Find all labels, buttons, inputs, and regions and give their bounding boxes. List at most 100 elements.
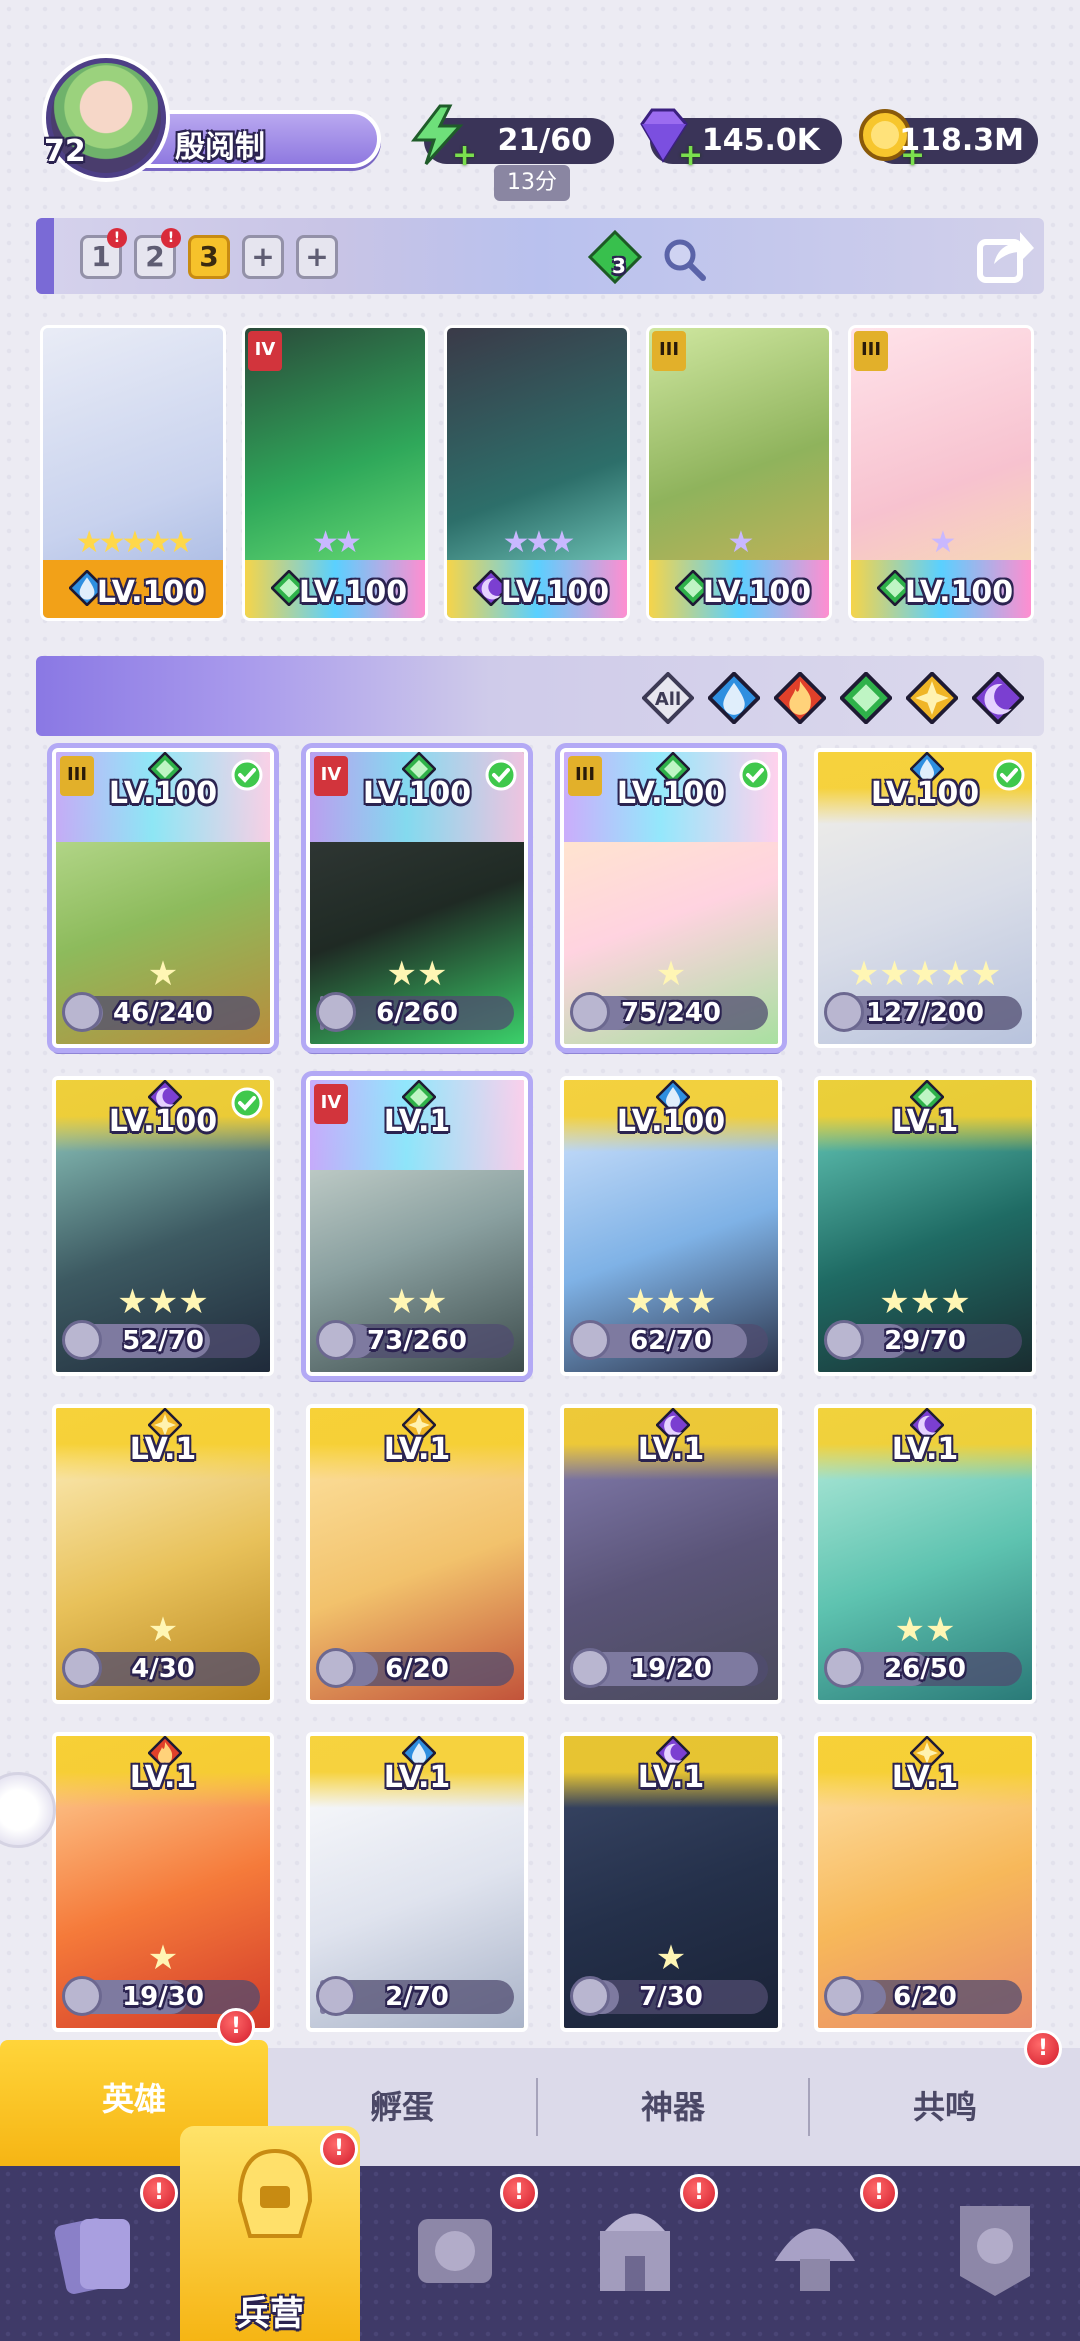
shard-count: 19/20 — [630, 1654, 712, 1684]
hero-level: LV.1 — [637, 1432, 705, 1467]
team-slot-add-2[interactable]: + — [296, 235, 338, 279]
nav-alert-icon: ! — [500, 2174, 538, 2212]
hero-card[interactable]: LV.1 ★ 4/30 — [52, 1404, 274, 1704]
filter-all-icon[interactable]: All — [642, 672, 694, 724]
search-icon[interactable] — [661, 236, 707, 282]
nav-guild-banner-button[interactable] — [900, 2180, 1080, 2330]
hero-card[interactable]: LV.100 ★★★ 52/70 — [52, 1076, 274, 1376]
gem-counter[interactable]: + 145.0K — [640, 108, 842, 173]
gold-counter[interactable]: + 118.3M — [859, 109, 1038, 173]
map-scroll-icon — [418, 2219, 492, 2283]
shard-progress-bar: 73/260 — [316, 1320, 514, 1360]
nav-map-scroll-button[interactable]: ! — [360, 2174, 540, 2330]
filter-nature-button[interactable] — [838, 670, 894, 726]
nav-mushroom-shrine-button[interactable]: ! — [720, 2174, 900, 2330]
gem-value: 145.0K — [701, 123, 820, 158]
barracks-helmet-icon — [237, 2148, 313, 2238]
hero-card[interactable]: III LV.100 ★ 46/240 — [52, 748, 274, 1048]
cards-icon — [54, 2218, 130, 2294]
shard-progress-bar: 52/70 — [62, 1320, 260, 1360]
hero-level: LV.100 — [108, 1104, 218, 1139]
nav-cards-button[interactable]: ! — [0, 2174, 180, 2330]
shard-count: 6/20 — [385, 1654, 449, 1684]
hero-card[interactable]: LV.100 ★★★ 62/70 — [560, 1076, 782, 1376]
nav-barracks-helmet-button[interactable]: 兵营 ! — [180, 2126, 360, 2341]
hero-level: LV.100 — [616, 776, 726, 811]
shard-progress-bar: 19/20 — [570, 1648, 768, 1688]
energy-add-icon[interactable]: + — [452, 138, 477, 173]
hero-card[interactable]: LV.1 6/20 — [814, 1732, 1036, 2032]
team-hero-card[interactable]: ★★★ LV.100 — [444, 325, 630, 621]
tab-resonance-alert-icon: ! — [1024, 2030, 1062, 2068]
hero-level: LV.100 — [616, 1104, 726, 1139]
hero-stars: ★★★★★ — [848, 954, 1002, 994]
hero-stars: ★ — [147, 1610, 179, 1650]
shard-count: 26/50 — [884, 1654, 966, 1684]
nav-alert-icon: ! — [140, 2174, 178, 2212]
team-hero-card[interactable]: IV ★★ LV.100 — [242, 325, 428, 621]
team-slot-3[interactable]: 3 — [188, 235, 230, 279]
filter-light-button[interactable] — [904, 670, 960, 726]
shard-count: 73/260 — [367, 1326, 467, 1356]
hero-stars: ★★ — [386, 1282, 448, 1322]
shard-count: 75/240 — [621, 998, 721, 1028]
hero-card[interactable]: LV.1 ★★★ 29/70 — [814, 1076, 1036, 1376]
hero-stars: ★★★ — [625, 1282, 717, 1322]
energy-counter[interactable]: + 21/60 — [410, 104, 614, 173]
rank-badge: IV — [248, 331, 282, 371]
hero-card[interactable]: III LV.100 ★ 75/240 — [560, 748, 782, 1048]
team-slot-2[interactable]: 2! — [134, 228, 181, 279]
filter-dark-button[interactable] — [970, 670, 1026, 726]
team-hero-card[interactable]: III ★ LV.100 — [848, 325, 1034, 621]
team-slot-add-1[interactable]: + — [242, 235, 284, 279]
shard-progress-bar: 2/70 — [316, 1976, 514, 2016]
hero-level: LV.100 — [108, 776, 218, 811]
gem-add-icon[interactable]: + — [678, 138, 703, 173]
shard-count: 62/70 — [630, 1326, 712, 1356]
hero-level: LV.100 — [702, 575, 812, 610]
hero-card[interactable]: LV.1 2/70 — [306, 1732, 528, 2032]
hero-card[interactable]: LV.1 ★★ 26/50 — [814, 1404, 1036, 1704]
rank-badge: III — [854, 331, 888, 371]
filter-fire-button[interactable] — [772, 670, 828, 726]
hero-stars: ★★★ — [117, 1282, 209, 1322]
bottom-navigation: ! 兵营 ! ! ! ! — [0, 2126, 1080, 2341]
hero-stars: ★ — [655, 1938, 687, 1978]
nav-label: 兵营 — [236, 2294, 304, 2334]
player-level: 72 — [44, 134, 86, 169]
hero-card[interactable]: LV.100 ★★★★★ 127/200 — [814, 748, 1036, 1048]
hero-card[interactable]: LV.1 6/20 — [306, 1404, 528, 1704]
hero-card[interactable]: LV.1 19/20 — [560, 1404, 782, 1704]
player-name: 殷阅制 — [175, 130, 265, 165]
hero-card[interactable]: IV LV.100 ★★ 6/260 — [306, 748, 528, 1048]
team-gem-badge[interactable]: 3 — [586, 229, 644, 285]
nav-castle-button[interactable]: ! — [540, 2174, 720, 2330]
alert-icon: ! — [161, 228, 181, 248]
hero-level: LV.1 — [637, 1760, 705, 1795]
hero-level: LV.1 — [129, 1432, 197, 1467]
fire-element-icon — [772, 670, 828, 726]
nature-element-icon — [838, 670, 894, 726]
team-hero-card[interactable]: ★★★★★ LV.100 — [40, 325, 226, 621]
dark-element-icon — [970, 670, 1026, 726]
hero-stars: ★ — [929, 525, 957, 560]
team-hero-card[interactable]: III ★ LV.100 — [646, 325, 832, 621]
team-slot-1[interactable]: 1! — [80, 228, 127, 279]
hero-card[interactable]: LV.1 ★ 19/30 — [52, 1732, 274, 2032]
shard-progress-bar: 26/50 — [824, 1648, 1022, 1688]
hero-card[interactable]: LV.1 ★ 7/30 — [560, 1732, 782, 2032]
tab-heroes-alert-icon: ! — [217, 2008, 255, 2046]
filter-water-button[interactable] — [706, 670, 762, 726]
mushroom-shrine-icon — [775, 2228, 855, 2291]
hero-card[interactable]: IV LV.1 ★★ 73/260 — [306, 1076, 528, 1376]
shard-progress-bar: 6/260 — [316, 992, 514, 1032]
tab-artifacts[interactable]: 神器 — [538, 2048, 808, 2166]
gold-value: 118.3M — [899, 123, 1024, 158]
nav-alert-icon: ! — [680, 2174, 718, 2212]
hero-level: LV.100 — [362, 776, 472, 811]
shard-progress-bar: 6/20 — [316, 1648, 514, 1688]
shard-count: 52/70 — [122, 1326, 204, 1356]
energy-value: 21/60 — [497, 123, 592, 158]
share-icon[interactable] — [976, 228, 1036, 284]
hero-level: LV.1 — [891, 1104, 959, 1139]
